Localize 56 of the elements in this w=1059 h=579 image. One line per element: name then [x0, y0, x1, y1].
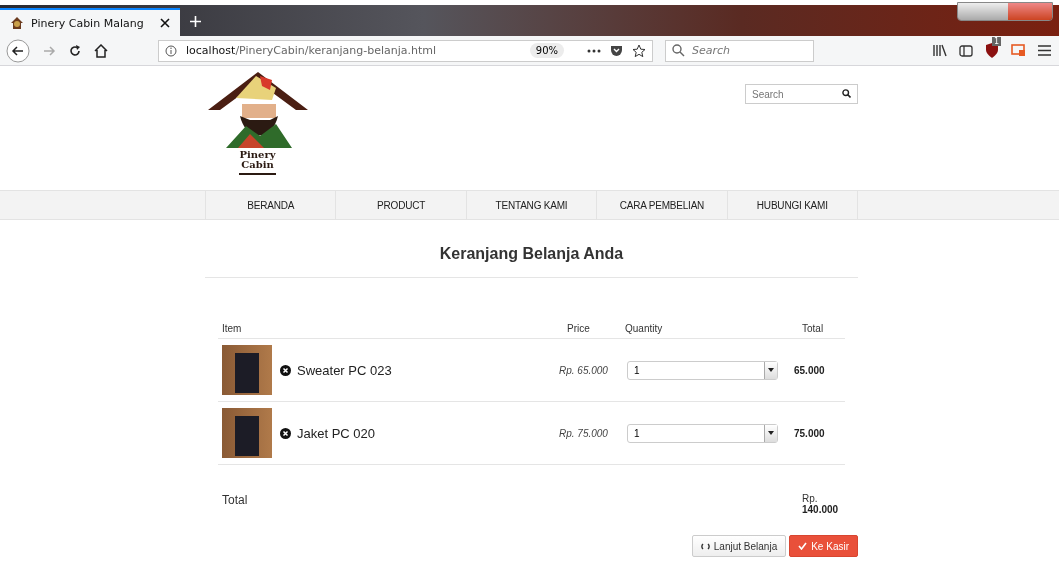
- menu-icon[interactable]: [1038, 45, 1051, 56]
- plus-icon[interactable]: [190, 16, 201, 27]
- window-controls[interactable]: [957, 2, 1053, 21]
- search-icon: [842, 89, 851, 98]
- currency-text: Rp.: [802, 493, 818, 504]
- back-icon[interactable]: [6, 38, 30, 63]
- check-icon: [798, 542, 808, 550]
- quantity-select[interactable]: 1: [627, 360, 778, 380]
- remove-icon[interactable]: [280, 427, 291, 439]
- column-header: Quantity: [625, 322, 664, 334]
- star-icon[interactable]: [632, 43, 646, 58]
- home-icon[interactable]: [94, 43, 108, 58]
- shield-icon[interactable]: [985, 43, 999, 58]
- browser-tab[interactable]: Pinery Cabin Malang: [0, 8, 180, 36]
- url-text: localhost/PineryCabin/keranjang-belanja.html: [186, 44, 438, 57]
- price-text: Rp. 65.000: [559, 364, 609, 376]
- remove-icon[interactable]: [280, 364, 291, 376]
- product-name: Jaket PC 020: [297, 425, 376, 441]
- search-field[interactable]: Search: [745, 84, 858, 104]
- screen-icon[interactable]: [1011, 44, 1026, 57]
- caret-icon: [768, 431, 774, 435]
- product-name: Sweater PC 023: [297, 362, 392, 378]
- close-icon[interactable]: [160, 18, 170, 28]
- total-amount: 140.000: [802, 504, 840, 515]
- search-icon: [672, 43, 685, 57]
- nav-link[interactable]: BERANDA: [206, 191, 337, 219]
- checkout-button[interactable]: Ke Kasir: [789, 535, 858, 557]
- cabin-icon: [10, 16, 24, 30]
- more-icon[interactable]: [587, 48, 601, 53]
- nav-link[interactable]: HUBUNGI KAMI: [727, 191, 859, 219]
- reload-icon[interactable]: [68, 43, 82, 58]
- library-icon[interactable]: [933, 44, 947, 57]
- sidebar-icon[interactable]: [959, 44, 973, 57]
- price-text: Rp. 75.000: [559, 427, 609, 439]
- row-total: 65.000: [793, 364, 826, 376]
- info-icon: [165, 44, 177, 57]
- nav-link[interactable]: TENTANG KAMI: [466, 191, 598, 219]
- pocket-icon[interactable]: [610, 44, 623, 57]
- total-label: Total: [221, 493, 249, 507]
- address-bar[interactable]: localhost/PineryCabin/keranjang-belanja.html 90%: [158, 39, 653, 62]
- nav-link[interactable]: PRODUCT: [336, 191, 467, 219]
- zoom-badge[interactable]: 90%: [529, 43, 564, 58]
- caret-icon: [768, 368, 774, 372]
- column-header: Total: [801, 322, 825, 334]
- notification-badge: 1: [992, 37, 1002, 46]
- nav-link[interactable]: CARA PEMBELIAN: [597, 191, 728, 219]
- column-header: Item: [221, 322, 243, 334]
- continue-shopping-button[interactable]: Lanjut Belanja: [691, 535, 787, 557]
- page-heading: Keranjang Belanja Anda: [438, 245, 625, 263]
- logo-text: Pinery Cabin: [239, 150, 276, 175]
- column-header: Price: [567, 322, 591, 334]
- photo-placeholder: [222, 345, 272, 395]
- photo-placeholder: [222, 408, 272, 458]
- search-field[interactable]: Search: [665, 39, 814, 62]
- quantity-select[interactable]: 1: [627, 423, 778, 443]
- row-total: 75.000: [793, 427, 826, 439]
